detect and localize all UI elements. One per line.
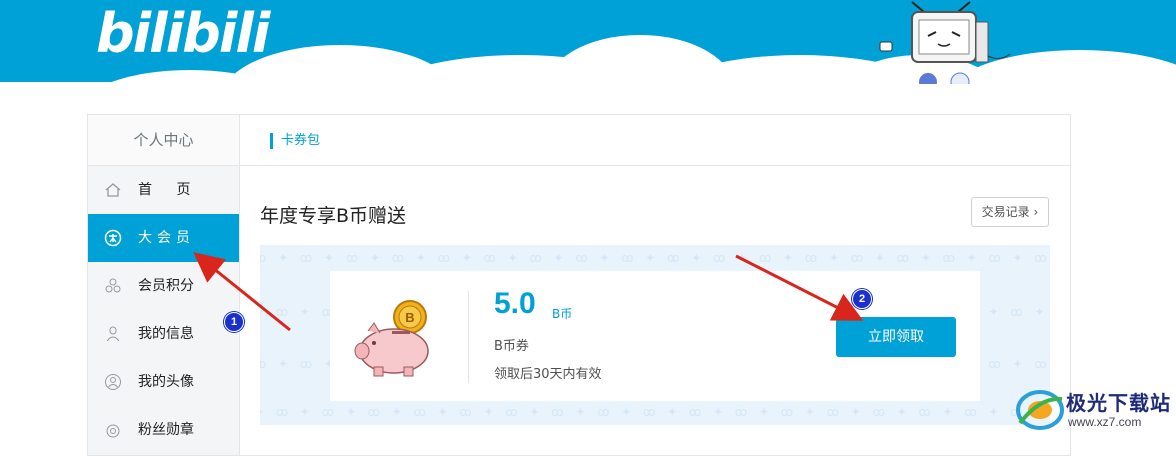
sidebar-item-label: 我的信息	[138, 326, 194, 342]
content-panel: 个人中心 首 页 大会员 会员积分 我的信息 我的头像 粉丝勋章 卡券包 年度专…	[87, 114, 1071, 456]
watermark-url: www.xz7.com	[1068, 415, 1142, 429]
site-header: bilibili	[0, 0, 1176, 84]
step-badge-1: 1	[224, 312, 244, 332]
watermark-text: 极光下载站	[1066, 391, 1171, 415]
home-icon	[105, 183, 121, 197]
claim-now-button[interactable]: 立即领取	[836, 317, 956, 357]
user-icon	[106, 326, 120, 342]
card-divider	[468, 291, 469, 383]
sidebar-item-label: 首 页	[138, 182, 201, 198]
sidebar-item-points[interactable]: 会员积分	[88, 262, 239, 310]
avatar-icon	[105, 374, 121, 390]
tab-bar: 卡券包	[240, 115, 1070, 166]
bilibili-logo[interactable]: bilibili	[96, 2, 270, 65]
svg-text:B: B	[405, 310, 414, 325]
coupon-name: B币券	[494, 339, 529, 354]
pattern-decoration: ✦ ꝏ ✦ ꝏ ✦ ꝏ ✦ ꝏ ✦ ꝏ ✦ ꝏ ✦ ꝏ ✦ ꝏ ✦ ꝏ ✦ ꝏ …	[260, 405, 1050, 419]
tab-coupons[interactable]: 卡券包	[270, 133, 320, 149]
sidebar-item-label: 我的头像	[138, 374, 194, 390]
sidebar-item-label: 粉丝勋章	[138, 422, 194, 438]
sidebar-item-avatar[interactable]: 我的头像	[88, 358, 239, 406]
tv-mascot-icon	[879, 1, 1011, 84]
coupon-validity: 领取后30天内有效	[494, 367, 602, 382]
piggy-bank-coin-icon: B	[354, 300, 429, 377]
pattern-decoration: ꝏ ✦ ꝏ ✦ ꝏ ✦ ꝏ ✦ ꝏ ✦ ꝏ ✦ ꝏ ✦ ꝏ ✦ ꝏ ✦ ꝏ ✦ …	[260, 251, 1050, 265]
chevron-right-icon: ›	[1033, 205, 1039, 219]
sidebar-item-medal[interactable]: 粉丝勋章	[88, 406, 239, 454]
coupon-card: B 5.0 B币 B币券 领取后30天内有效 立即领取	[330, 271, 980, 401]
sidebar-item-vip[interactable]: 大会员	[88, 214, 239, 262]
main-content: 卡券包 年度专享B币赠送 交易记录 › ꝏ ✦ ꝏ ✦ ꝏ ✦ ꝏ ✦ ꝏ ✦ …	[240, 115, 1070, 455]
sidebar-item-info[interactable]: 我的信息	[88, 310, 239, 358]
step-badge-2: 2	[852, 289, 872, 309]
transaction-record-button[interactable]: 交易记录 ›	[971, 197, 1049, 227]
section-title: 年度专享B币赠送	[260, 205, 407, 227]
watermark: 极光下载站 www.xz7.com	[1010, 385, 1176, 435]
sidebar-title: 个人中心	[88, 115, 239, 166]
sidebar: 个人中心 首 页 大会员 会员积分 我的信息 我的头像 粉丝勋章	[88, 115, 240, 455]
sidebar-item-label: 大会员	[138, 230, 195, 246]
transaction-record-label: 交易记录	[981, 205, 1030, 219]
vip-icon	[104, 229, 122, 247]
sidebar-item-home[interactable]: 首 页	[88, 166, 239, 214]
medal-icon	[106, 424, 120, 438]
sidebar-item-label: 会员积分	[138, 278, 194, 294]
coupon-unit: B币	[552, 307, 573, 321]
coupon-amount: 5.0	[494, 287, 536, 320]
points-icon	[105, 278, 121, 293]
watermark-logo-icon	[1016, 390, 1064, 430]
